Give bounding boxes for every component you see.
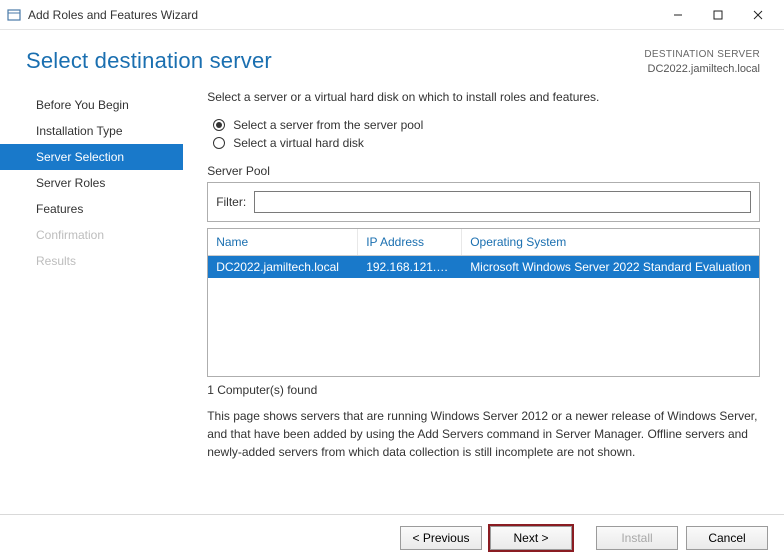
grid-body: DC2022.jamiltech.local192.168.121.200Mic… xyxy=(208,256,759,376)
titlebar[interactable]: Add Roles and Features Wizard xyxy=(0,0,784,30)
page-title: Select destination server xyxy=(26,48,272,74)
cell-ip: 192.168.121.200 xyxy=(358,256,462,278)
cell-name: DC2022.jamiltech.local xyxy=(208,256,358,278)
next-button[interactable]: Next > xyxy=(490,526,572,550)
grid-header: Name IP Address Operating System xyxy=(208,229,759,256)
intro-text: Select a server or a virtual hard disk o… xyxy=(207,90,760,104)
cell-os: Microsoft Windows Server 2022 Standard E… xyxy=(462,256,759,278)
filter-label: Filter: xyxy=(216,195,246,209)
window-title: Add Roles and Features Wizard xyxy=(28,8,198,22)
radio-icon xyxy=(213,119,225,131)
radio-server-pool[interactable]: Select a server from the server pool xyxy=(213,118,760,132)
footer: < Previous Next > Install Cancel xyxy=(0,514,784,560)
col-ip[interactable]: IP Address xyxy=(358,229,462,255)
col-os[interactable]: Operating System xyxy=(462,229,759,255)
close-button[interactable] xyxy=(738,1,778,29)
destination-value: DC2022.jamiltech.local xyxy=(644,62,760,77)
nav-item-server-selection[interactable]: Server Selection xyxy=(0,144,183,170)
server-pool-label: Server Pool xyxy=(207,164,760,178)
minimize-button[interactable] xyxy=(658,1,698,29)
nav-item-features[interactable]: Features xyxy=(0,196,183,222)
description-text: This page shows servers that are running… xyxy=(207,407,760,461)
server-pool-box: Filter: xyxy=(207,182,760,222)
table-row[interactable]: DC2022.jamiltech.local192.168.121.200Mic… xyxy=(208,256,759,278)
nav-item-confirmation: Confirmation xyxy=(0,222,183,248)
destination-info: DESTINATION SERVER DC2022.jamiltech.loca… xyxy=(644,48,760,76)
cancel-button[interactable]: Cancel xyxy=(686,526,768,550)
radio-virtual-disk[interactable]: Select a virtual hard disk xyxy=(213,136,760,150)
radio-icon xyxy=(213,137,225,149)
col-name[interactable]: Name xyxy=(208,229,358,255)
destination-label: DESTINATION SERVER xyxy=(644,48,760,62)
nav-item-installation-type[interactable]: Installation Type xyxy=(0,118,183,144)
server-grid: Name IP Address Operating System DC2022.… xyxy=(207,228,760,377)
header: Select destination server DESTINATION SE… xyxy=(0,30,784,86)
previous-button[interactable]: < Previous xyxy=(400,526,482,550)
filter-input[interactable] xyxy=(254,191,751,213)
app-icon xyxy=(6,7,22,23)
found-count: 1 Computer(s) found xyxy=(207,383,760,397)
install-button[interactable]: Install xyxy=(596,526,678,550)
wizard-nav: Before You BeginInstallation TypeServer … xyxy=(0,86,183,546)
radio-label: Select a server from the server pool xyxy=(233,118,423,132)
nav-item-server-roles[interactable]: Server Roles xyxy=(0,170,183,196)
maximize-button[interactable] xyxy=(698,1,738,29)
nav-item-results: Results xyxy=(0,248,183,274)
content-area: Select a server or a virtual hard disk o… xyxy=(183,86,784,546)
nav-item-before-you-begin[interactable]: Before You Begin xyxy=(0,92,183,118)
radio-label: Select a virtual hard disk xyxy=(233,136,364,150)
